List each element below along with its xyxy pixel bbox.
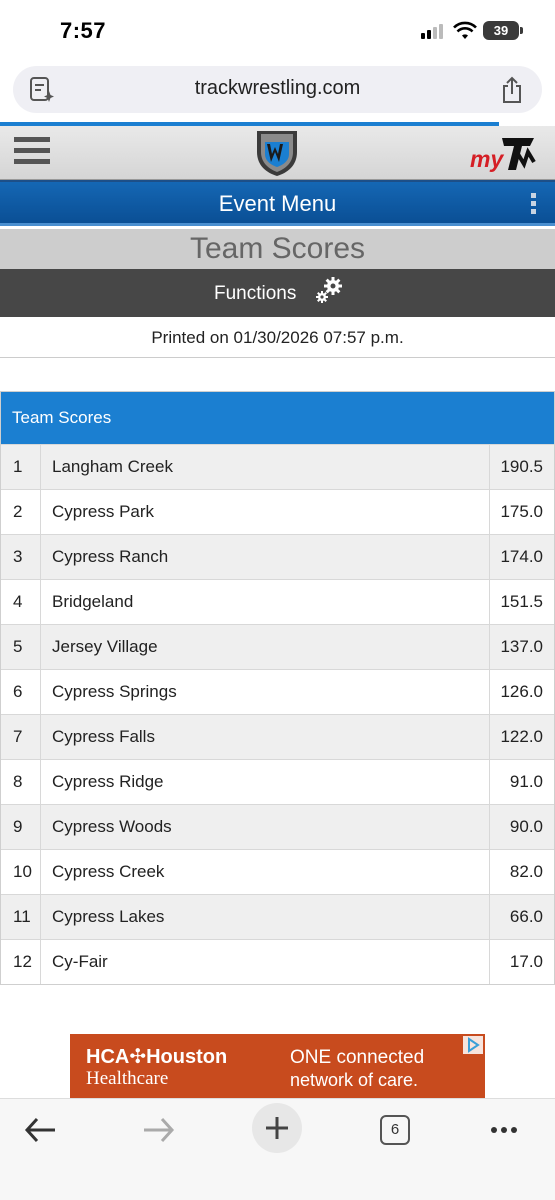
team-name-cell: Cypress Springs [41,670,490,714]
rank-cell: 3 [1,535,41,579]
table-header: Team Scores [1,392,554,444]
rank-cell: 6 [1,670,41,714]
ad-message-line2: network of care. [290,1070,419,1090]
tab-count[interactable]: 6 [380,1115,410,1145]
table-row: 3 Cypress Ranch 174.0 [1,534,554,579]
tw-mark-icon [502,138,536,170]
divider [0,357,555,358]
ad-brand-line1: HCA✣Houston [86,1046,228,1068]
wifi-icon [453,21,477,39]
table-row: 10 Cypress Creek 82.0 [1,849,554,894]
team-name-cell: Jersey Village [41,625,490,669]
table-row: 5 Jersey Village 137.0 [1,624,554,669]
table-row: 2 Cypress Park 175.0 [1,489,554,534]
battery-indicator: 39 [483,21,519,40]
hamburger-menu-icon[interactable] [14,137,50,167]
table-row: 11 Cypress Lakes 66.0 [1,894,554,939]
battery-tip [520,27,523,34]
status-bar: 7:57 39 [0,0,555,62]
browser-toolbar: 6 [0,1098,555,1200]
score-cell: 122.0 [500,727,543,746]
rank-cell: 8 [1,760,41,804]
rank-cell: 5 [1,625,41,669]
new-tab-plus-icon[interactable] [252,1103,302,1153]
rank-cell: 11 [1,895,41,939]
event-menu-bar[interactable]: Event Menu [0,180,555,226]
score-cell: 151.5 [500,592,543,611]
score-cell: 66.0 [509,907,543,926]
score-cell: 190.5 [500,457,543,476]
status-time: 7:57 [60,18,107,43]
rank-cell: 4 [1,580,41,624]
printed-on-timestamp: Printed on 01/30/2026 07:57 p.m. [151,328,404,347]
team-scores-table: Team Scores 1 Langham Creek 190.5 2 Cypress … [0,391,555,985]
table-row: 9 Cypress Woods 90.0 [1,804,554,849]
rank-cell: 1 [1,445,41,489]
gears-icon[interactable] [314,275,344,305]
event-menu-title[interactable]: Event Menu [0,191,555,217]
team-name-cell: Langham Creek [41,445,490,489]
team-name-cell: Cy-Fair [41,940,490,984]
team-name-cell: Cypress Lakes [41,895,490,939]
my-logo-text: my [470,146,504,172]
team-name-cell: Cypress Ranch [41,535,490,579]
advertisement-banner[interactable]: HCA✣Houston Healthcare ONE connected net… [70,1034,485,1098]
functions-label[interactable]: Functions [214,283,296,305]
score-cell: 174.0 [500,547,543,566]
kebab-menu-icon[interactable] [531,193,536,215]
team-name-cell: Cypress Falls [41,715,490,759]
table-row: 7 Cypress Falls 122.0 [1,714,554,759]
score-cell: 91.0 [509,772,543,791]
more-options-icon[interactable] [480,1109,528,1151]
adchoices-icon[interactable] [463,1036,483,1054]
address-bar[interactable]: trackwrestling.com [13,66,542,113]
team-name-cell: Bridgeland [41,580,490,624]
rank-cell: 10 [1,850,41,894]
team-name-cell: Cypress Park [41,490,490,534]
cellular-signal-icon [421,23,447,39]
trackwrestling-logo[interactable] [254,128,300,178]
ad-message-line1: ONE connected [290,1047,425,1068]
table-row: 12 Cy-Fair 17.0 [1,939,554,984]
score-cell: 90.0 [509,817,543,836]
score-cell: 137.0 [500,637,543,656]
share-icon[interactable] [500,76,524,104]
score-cell: 126.0 [500,682,543,701]
forward-arrow-icon[interactable] [134,1109,182,1151]
site-header: my [0,126,555,180]
table-body: 1 Langham Creek 190.5 2 Cypress Park 175.0 3 Cy… [1,444,554,984]
rank-cell: 2 [1,490,41,534]
team-name-cell: Cypress Creek [41,850,490,894]
score-cell: 175.0 [500,502,543,521]
tab-switcher-button[interactable]: 6 [372,1109,420,1151]
team-name-cell: Cypress Woods [41,805,490,849]
table-row: 1 Langham Creek 190.5 [1,444,554,489]
functions-bar[interactable]: Functions [0,269,555,317]
rank-cell: 7 [1,715,41,759]
score-cell: 82.0 [509,862,543,881]
table-row: 4 Bridgeland 151.5 [1,579,554,624]
mytrackwrestling-logo[interactable]: my [470,134,536,174]
table-row: 8 Cypress Ridge 91.0 [1,759,554,804]
page-title: Team Scores [189,232,366,265]
rank-cell: 9 [1,805,41,849]
page-title-bar: Team Scores [0,229,555,269]
url-text[interactable]: trackwrestling.com [13,77,542,100]
score-cell: 17.0 [509,952,543,971]
ad-brand-line2: Healthcare [86,1068,169,1089]
rank-cell: 12 [1,940,41,984]
team-name-cell: Cypress Ridge [41,760,490,804]
table-row: 6 Cypress Springs 126.0 [1,669,554,714]
back-arrow-icon[interactable] [17,1109,65,1151]
